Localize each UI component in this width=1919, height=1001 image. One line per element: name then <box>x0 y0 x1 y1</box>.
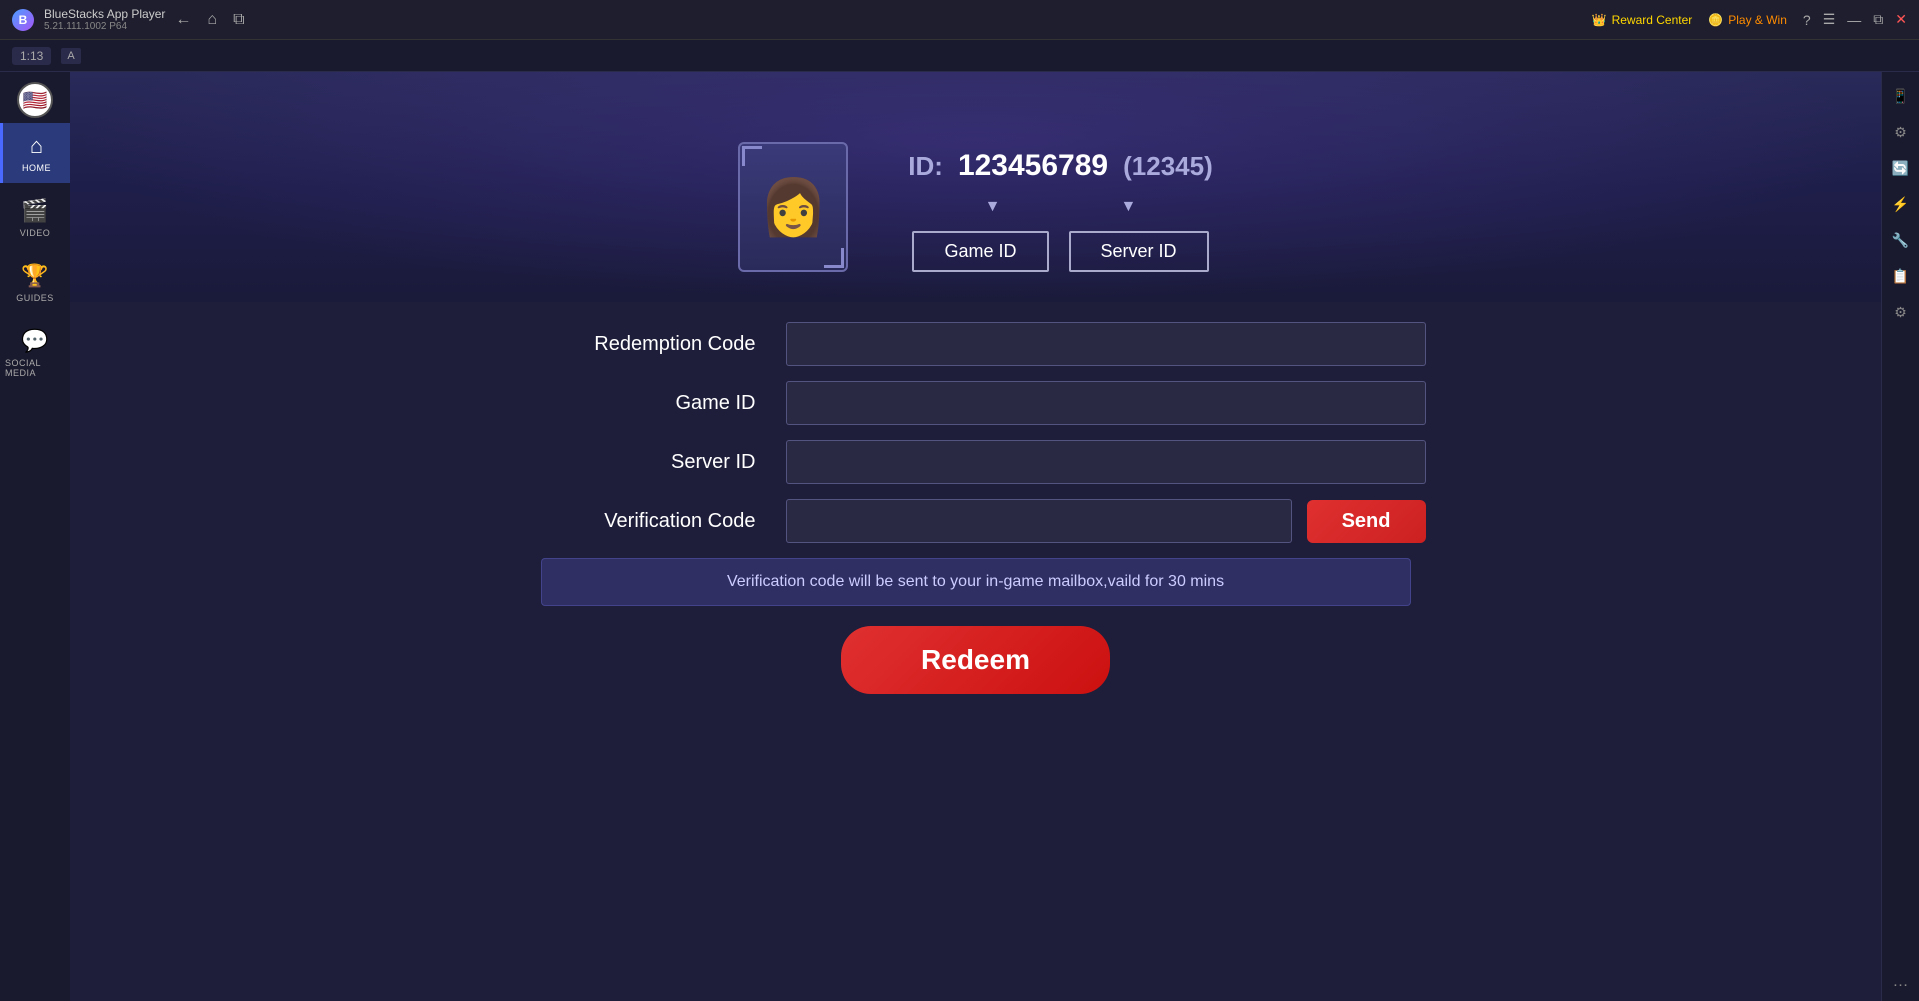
id-buttons: Game ID Server ID <box>912 231 1208 272</box>
server-id-label: Server ID <box>526 451 786 474</box>
redemption-code-input[interactable] <box>786 322 1426 366</box>
player-id-number: 123456789 <box>958 149 1108 183</box>
play-win-label: Play & Win <box>1728 13 1787 27</box>
right-btn-1[interactable]: 📱 <box>1887 82 1915 110</box>
player-id-line: ID: 123456789 (12345) <box>908 149 1212 183</box>
address-icon: A <box>61 48 80 64</box>
game-id-input[interactable] <box>786 381 1426 425</box>
guides-icon: 🏆 <box>21 263 48 289</box>
server-id-button[interactable]: Server ID <box>1069 231 1209 272</box>
server-id-row: Server ID <box>526 440 1426 484</box>
title-bar-nav: ← ⌂ ⧉ <box>175 11 244 29</box>
home-icon: ⌂ <box>30 133 43 159</box>
game-id-arrow: ▼ <box>985 198 1001 216</box>
reward-center-button[interactable]: 👑 Reward Center <box>1592 13 1693 27</box>
help-button[interactable]: ? <box>1803 12 1811 28</box>
info-banner: Verification code will be sent to your i… <box>541 558 1411 606</box>
player-info: ID: 123456789 (12345) ▼ ▼ Game ID Server… <box>908 149 1212 272</box>
right-btn-2[interactable]: ⚙ <box>1887 118 1915 146</box>
sidebar-item-home[interactable]: ⌂ HOME <box>0 123 70 183</box>
nav-back-button[interactable]: ← <box>175 11 191 29</box>
address-bar: 1:13 A <box>0 40 1919 72</box>
sidebar-home-label: HOME <box>22 163 51 173</box>
sidebar-video-label: VIDEO <box>20 228 51 238</box>
app-name: BlueStacks App Player <box>44 7 165 21</box>
send-button[interactable]: Send <box>1307 500 1426 543</box>
address-time: 1:13 <box>12 47 51 65</box>
crown-icon: 👑 <box>1592 13 1607 27</box>
sidebar-guides-label: GUIDES <box>16 293 54 303</box>
maximize-button[interactable]: ⧉ <box>1873 11 1883 28</box>
right-sidebar: 📱 ⚙ 🔄 ⚡ 🔧 📋 ⚙ … <box>1881 72 1919 1001</box>
game-id-row: Game ID <box>526 381 1426 425</box>
coin-icon: 🪙 <box>1708 13 1723 27</box>
nav-home-button[interactable]: ⌂ <box>207 11 217 29</box>
title-bar-left: B BlueStacks App Player 5.21.111.1002 P6… <box>12 7 245 32</box>
right-btn-6[interactable]: 📋 <box>1887 262 1915 290</box>
close-button[interactable]: ✕ <box>1895 11 1907 28</box>
right-btn-5[interactable]: 🔧 <box>1887 226 1915 254</box>
main-layout: 🇺🇸 ⌂ HOME 🎬 VIDEO 🏆 GUIDES 💬 SOCIAL MEDI… <box>0 72 1919 1001</box>
minimize-button[interactable]: — <box>1847 12 1861 28</box>
server-id-arrow: ▼ <box>1121 198 1137 216</box>
verification-code-row: Verification Code Send <box>526 499 1426 543</box>
sidebar-item-social[interactable]: 💬 SOCIAL MEDIA <box>0 318 70 388</box>
left-sidebar: 🇺🇸 ⌂ HOME 🎬 VIDEO 🏆 GUIDES 💬 SOCIAL MEDI… <box>0 72 70 1001</box>
portrait-frame: 👩 <box>738 142 848 272</box>
game-id-button[interactable]: Game ID <box>912 231 1048 272</box>
right-btn-more[interactable]: … <box>1893 973 1909 991</box>
sidebar-social-label: SOCIAL MEDIA <box>5 358 65 378</box>
app-version: 5.21.111.1002 P64 <box>44 21 165 32</box>
character-emoji: 👩 <box>759 175 827 240</box>
server-id-input[interactable] <box>786 440 1426 484</box>
bluestacks-logo: B <box>12 9 34 31</box>
nav-windows-button[interactable]: ⧉ <box>233 11 244 29</box>
title-bar: B BlueStacks App Player 5.21.111.1002 P6… <box>0 0 1919 40</box>
menu-button[interactable]: ☰ <box>1823 11 1836 28</box>
play-win-button[interactable]: 🪙 Play & Win <box>1708 13 1787 27</box>
redemption-code-label: Redemption Code <box>526 333 786 356</box>
form-section: Redemption Code Game ID Server ID Verifi… <box>70 302 1881 1001</box>
id-label: ID: <box>908 151 943 182</box>
content-area: 👩 ID: 123456789 (12345) ▼ ▼ Game ID Serv… <box>70 72 1881 1001</box>
portrait-corner-br <box>824 248 844 268</box>
server-id-display: (12345) <box>1123 151 1213 182</box>
language-flag[interactable]: 🇺🇸 <box>17 82 53 118</box>
verification-code-label: Verification Code <box>526 510 786 533</box>
social-icon: 💬 <box>21 328 48 354</box>
sidebar-item-video[interactable]: 🎬 VIDEO <box>0 188 70 248</box>
video-icon: 🎬 <box>21 198 48 224</box>
portrait-corner-tl <box>742 146 762 166</box>
right-btn-3[interactable]: 🔄 <box>1887 154 1915 182</box>
game-header: 👩 ID: 123456789 (12345) ▼ ▼ Game ID Serv… <box>70 72 1881 302</box>
right-btn-7[interactable]: ⚙ <box>1887 298 1915 326</box>
redeem-button[interactable]: Redeem <box>841 626 1110 694</box>
title-bar-right: 👑 Reward Center 🪙 Play & Win ? ☰ — ⧉ ✕ <box>1592 11 1907 28</box>
sidebar-item-guides[interactable]: 🏆 GUIDES <box>0 253 70 313</box>
character-portrait: 👩 <box>738 142 848 272</box>
right-btn-4[interactable]: ⚡ <box>1887 190 1915 218</box>
game-id-label: Game ID <box>526 392 786 415</box>
window-controls: ? ☰ — ⧉ ✕ <box>1803 11 1907 28</box>
verification-code-input[interactable] <box>786 499 1292 543</box>
arrows-container: ▼ ▼ <box>985 198 1137 216</box>
redemption-code-row: Redemption Code <box>526 322 1426 366</box>
reward-center-label: Reward Center <box>1612 13 1693 27</box>
